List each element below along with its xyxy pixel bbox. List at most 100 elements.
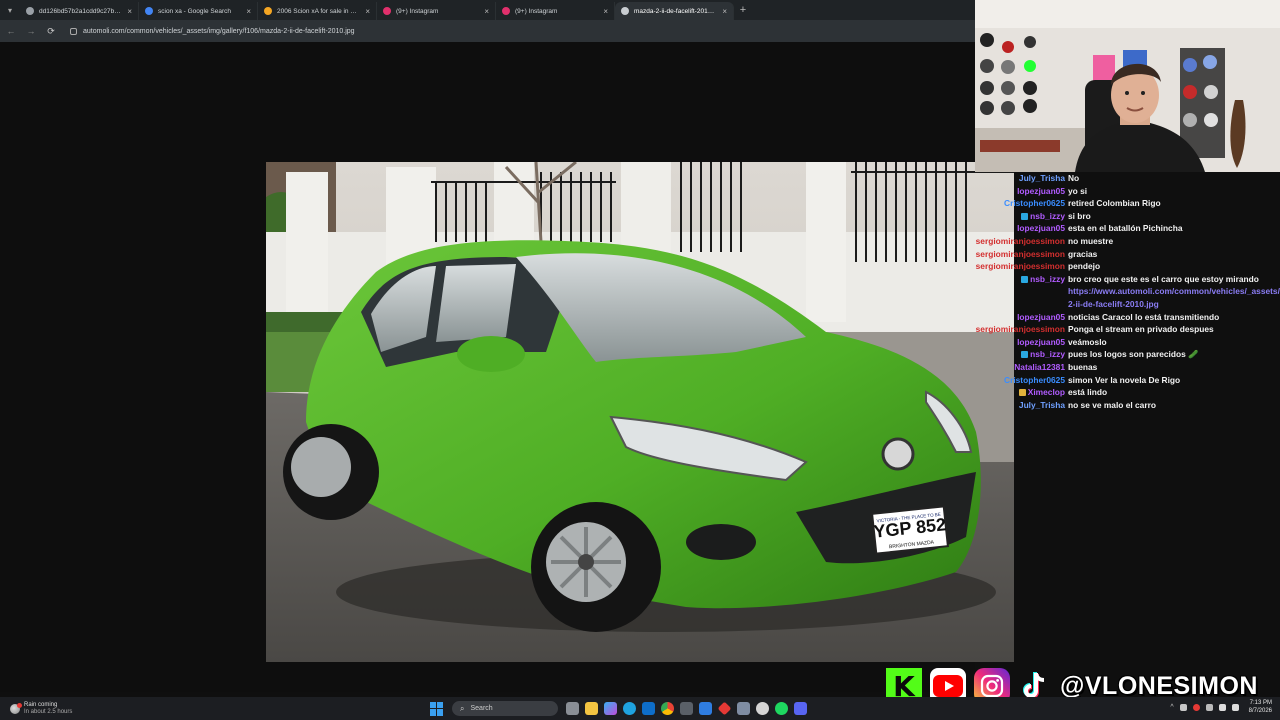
forward-icon[interactable]: → <box>26 26 36 36</box>
tab-close-icon[interactable]: × <box>365 7 370 16</box>
chat-message: https://www.automoli.com/common/vehicles… <box>975 285 1280 310</box>
browser-tab[interactable]: dd126bd57b2a1cdd9c27b5f0... × <box>20 2 139 20</box>
tab-favicon-icon <box>621 7 629 15</box>
clock-date: 8/7/2026 <box>1248 708 1272 714</box>
chat-message: lopezjuan05 noticias Caracol lo está tran… <box>975 311 1274 324</box>
tab-close-icon[interactable]: × <box>246 7 251 16</box>
chat-username[interactable]: Cristopher0625 <box>975 197 1067 210</box>
tab-search-icon[interactable]: ▾ <box>0 0 20 20</box>
chat-link[interactable]: https://www.automoli.com/common/vehicles… <box>1067 285 1280 310</box>
store-icon[interactable] <box>699 702 712 715</box>
task-view-icon[interactable] <box>566 702 579 715</box>
chat-username[interactable] <box>975 285 1067 310</box>
chat-username[interactable]: lopezjuan05 <box>975 311 1067 324</box>
start-button[interactable] <box>430 701 444 716</box>
address-bar: ← → ⟳ automoli.com/common/vehicles/_asse… <box>0 20 975 42</box>
chat-username[interactable]: July_Trisha <box>975 172 1067 185</box>
chat-username-text: nsb_izzy <box>1030 210 1065 221</box>
chat-badge-icon <box>1021 275 1029 283</box>
volume-icon[interactable] <box>1231 703 1239 711</box>
windows-taskbar: Rain coming In about 2.5 hours ⌕ Search … <box>0 697 1280 720</box>
reload-icon[interactable]: ⟳ <box>46 26 56 37</box>
chat-username[interactable]: nsb_izzy <box>975 210 1067 223</box>
chat-badge-icon <box>1021 212 1029 220</box>
chat-username-text: lopezjuan05 <box>1017 185 1065 196</box>
site-info-icon[interactable] <box>70 27 77 35</box>
tab-favicon-icon <box>145 7 153 15</box>
tab-title: 2006 Scion xA for sale in LAKE... <box>277 7 360 15</box>
chat-username[interactable]: sergiomiranjoessimon <box>975 323 1067 336</box>
chat-username[interactable]: lopezjuan05 <box>975 185 1067 198</box>
chat-username[interactable]: Cristopher0625 <box>975 374 1067 387</box>
file-explorer-icon[interactable] <box>585 702 598 715</box>
weather-title: Rain coming <box>24 701 58 708</box>
chat-message: July_Trisha No <box>975 172 1274 185</box>
chat-text: no se ve malo el carro <box>1068 399 1156 410</box>
chat-username[interactable]: lopezjuan05 <box>975 222 1067 235</box>
chat-message: nsb_izzy si bro <box>975 210 1274 223</box>
copilot-icon[interactable] <box>604 702 617 715</box>
app-icon[interactable] <box>737 702 750 715</box>
pinned-apps <box>566 701 807 716</box>
chat-username[interactable]: lopezjuan05 <box>975 336 1067 349</box>
chrome-icon[interactable] <box>661 702 674 715</box>
chat-text: no muestre <box>1068 235 1114 246</box>
github-icon[interactable] <box>756 702 769 715</box>
car-photo[interactable]: YGP 852 VICTORIA - THE PLACE TO BE BRIGH… <box>266 162 1014 662</box>
tray-app-icon-3[interactable] <box>1205 703 1213 711</box>
chat-username[interactable]: sergiomiranjoessimon <box>975 235 1067 248</box>
wifi-icon[interactable] <box>1218 703 1226 711</box>
tab-favicon-icon <box>26 7 34 15</box>
chat-username[interactable]: Ximeclop <box>975 386 1067 399</box>
browser-tab[interactable]: (9+) Instagram × <box>377 2 496 20</box>
discord-icon[interactable] <box>794 702 807 715</box>
tray-chevron-icon[interactable]: ^ <box>1170 704 1173 711</box>
spotify-icon[interactable] <box>775 702 788 715</box>
chat-username[interactable]: nsb_izzy <box>975 348 1067 361</box>
red-app-icon[interactable] <box>717 701 732 716</box>
chat-username-text: July_Trisha <box>1018 173 1065 183</box>
chat-username[interactable]: sergiomiranjoessimon <box>975 248 1067 261</box>
chat-username-text: lopezjuan05 <box>1017 223 1065 234</box>
chat-message: Cristopher0625 retired Colombian Rigo <box>975 197 1274 210</box>
outlook-icon[interactable] <box>642 702 655 715</box>
tray-app-icon[interactable] <box>1179 703 1187 711</box>
chat-badge-icon <box>1021 351 1029 359</box>
chat-message: nsb_izzy bro creo que este es el carro qu… <box>975 273 1274 286</box>
browser-tab[interactable]: 2006 Scion xA for sale in LAKE... × <box>258 2 377 20</box>
tab-title: (9+) Instagram <box>515 7 558 15</box>
tab-title: dd126bd57b2a1cdd9c27b5f0... <box>39 7 123 15</box>
chat-message: sergiomiranjoessimon Ponga el stream en p… <box>975 323 1274 336</box>
browser-tab[interactable]: mazda-2-ii-de-facelift-2010.jpg × <box>615 2 734 20</box>
chat-text: si bro <box>1068 210 1091 221</box>
url-field[interactable]: automoli.com/common/vehicles/_assets/img… <box>70 27 355 35</box>
chat-message: nsb_izzy pues los logos son parecidos 🥒 <box>975 348 1274 361</box>
chat-message: sergiomiranjoessimon no muestre <box>975 235 1274 248</box>
chat-username-text: sergiomiranjoessimon <box>975 248 1065 259</box>
taskbar-search[interactable]: ⌕ Search <box>452 701 558 716</box>
browser-tab[interactable]: (9+) Instagram × <box>496 2 615 20</box>
weather-widget[interactable]: Rain coming In about 2.5 hours <box>0 702 430 716</box>
tab-close-icon[interactable]: × <box>484 7 489 16</box>
chat-message: Cristopher0625 simon Ver la novela De Rig… <box>975 374 1274 387</box>
system-tray: ^ 7:13 PM 8/7/2026 <box>1170 699 1272 715</box>
edge-icon[interactable] <box>623 702 636 715</box>
chat-text: veámoslo <box>1068 336 1107 347</box>
weather-subtitle: In about 2.5 hours <box>24 708 73 715</box>
chat-username[interactable]: sergiomiranjoessimon <box>975 260 1067 273</box>
tab-close-icon[interactable]: × <box>127 7 132 16</box>
chat-username[interactable]: July_Trisha <box>975 399 1067 412</box>
url-text: automoli.com/common/vehicles/_assets/img… <box>83 27 355 35</box>
chat-text: bro creo que este es el carro que estoy … <box>1068 273 1259 284</box>
tab-close-icon[interactable]: × <box>722 7 727 16</box>
chat-username[interactable]: Natalia12381 <box>975 361 1067 374</box>
back-icon[interactable]: ← <box>6 26 16 36</box>
new-tab-button[interactable]: + <box>734 4 752 16</box>
clock[interactable]: 7:13 PM 8/7/2026 <box>1249 699 1272 715</box>
browser-tab[interactable]: scion xa - Google Search × <box>139 2 258 20</box>
tray-app-icon-2[interactable] <box>1192 703 1200 711</box>
stream-screen: ▾ dd126bd57b2a1cdd9c27b5f0... × scion xa -… <box>0 0 1280 720</box>
chat-username[interactable]: nsb_izzy <box>975 273 1067 286</box>
tab-close-icon[interactable]: × <box>603 7 608 16</box>
calculator-icon[interactable] <box>680 702 693 715</box>
